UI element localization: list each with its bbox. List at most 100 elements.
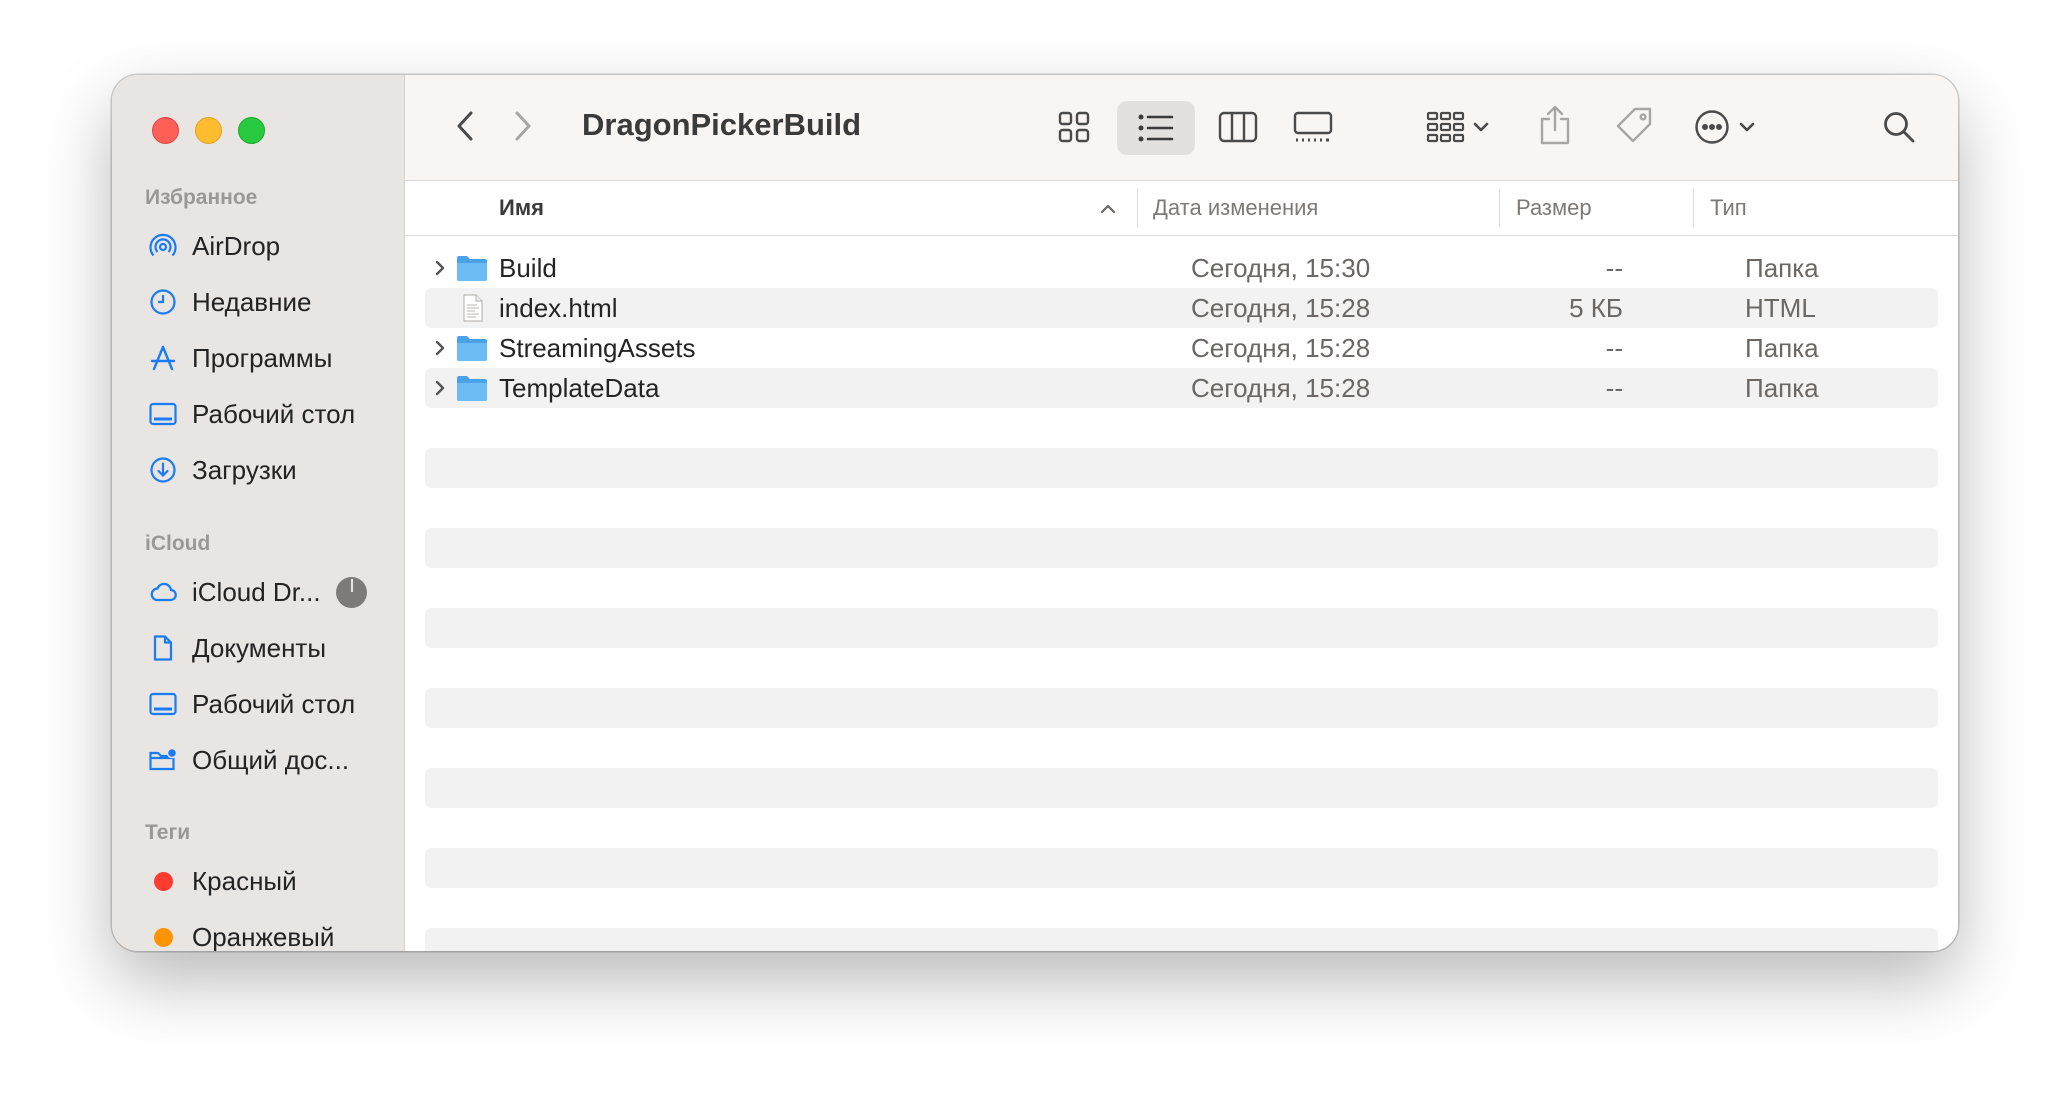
cloud-icon xyxy=(148,577,178,607)
sidebar-item-label: Программы xyxy=(192,342,333,373)
chevron-right-icon xyxy=(515,111,531,141)
file-size: -- xyxy=(1605,333,1623,363)
column-size[interactable]: Размер xyxy=(1516,181,1592,235)
folder-icon xyxy=(457,376,487,401)
file-date: Сегодня, 15:28 xyxy=(1191,333,1371,363)
minimize-button[interactable] xyxy=(195,117,222,144)
list-icon xyxy=(1138,114,1174,142)
empty-row-stripe xyxy=(425,528,1938,568)
tag-icon xyxy=(1616,107,1652,143)
file-kind: HTML xyxy=(1745,293,1816,323)
file-date: Сегодня, 15:28 xyxy=(1191,293,1371,323)
sidebar-item-downloads[interactable]: Загрузки xyxy=(112,442,404,498)
html-file-icon xyxy=(463,294,483,322)
sidebar-item-tag-red[interactable]: Красный xyxy=(112,853,404,909)
search-icon xyxy=(1884,112,1915,143)
disclosure-chevron-icon[interactable] xyxy=(433,338,447,358)
back-button[interactable] xyxy=(445,103,485,149)
columns-icon xyxy=(1218,111,1258,143)
file-list: Build Сегодня, 15:30 -- Папка index.html… xyxy=(425,248,1938,408)
chevron-left-icon xyxy=(457,111,473,141)
icloud-heading: iCloud xyxy=(145,532,211,555)
sidebar-item-label: Красный xyxy=(192,865,297,896)
disclosure-chevron-icon[interactable] xyxy=(433,378,447,398)
sidebar-item-label: Загрузки xyxy=(192,454,297,485)
desktop-icon xyxy=(148,399,178,429)
sidebar-item-label: AirDrop xyxy=(192,230,281,261)
tags-section: Теги Красный Оранжевый xyxy=(112,818,404,951)
window-title: DragonPickerBuild xyxy=(582,107,862,142)
sort-ascending-icon[interactable] xyxy=(1099,203,1117,215)
chevron-down-icon xyxy=(1739,122,1755,132)
tag-color-dot-icon xyxy=(148,922,178,951)
file-name: Build xyxy=(499,253,557,283)
empty-row-stripe xyxy=(425,448,1938,488)
tag-button[interactable] xyxy=(1611,101,1659,151)
column-kind[interactable]: Тип xyxy=(1710,181,1747,235)
file-row[interactable]: TemplateData Сегодня, 15:28 -- Папка xyxy=(425,368,1938,408)
chevron-down-icon xyxy=(1473,122,1489,132)
sidebar-item-shared[interactable]: Общий дос... xyxy=(112,732,404,788)
tags-heading: Теги xyxy=(145,821,191,844)
file-row[interactable]: StreamingAssets Сегодня, 15:28 -- Папка xyxy=(425,328,1938,368)
list-view-button[interactable] xyxy=(1117,101,1195,155)
file-kind: Папка xyxy=(1745,253,1819,283)
folder-icon xyxy=(457,336,487,361)
group-by-button[interactable] xyxy=(1418,103,1498,151)
sidebar-item-tag-orange[interactable]: Оранжевый xyxy=(112,909,404,951)
column-divider[interactable] xyxy=(1693,189,1694,227)
sidebar-item-label: Общий дос... xyxy=(192,744,350,775)
airdrop-icon xyxy=(148,231,178,261)
column-header: Имя Дата изменения Размер Тип xyxy=(405,181,1958,236)
column-divider[interactable] xyxy=(1137,189,1138,227)
column-view-button[interactable] xyxy=(1210,103,1266,151)
column-name[interactable]: Имя xyxy=(499,181,544,235)
sidebar-item-label: Недавние xyxy=(192,286,312,317)
sidebar-item-airdrop[interactable]: AirDrop xyxy=(112,218,404,274)
column-divider[interactable] xyxy=(1499,189,1500,227)
share-button[interactable] xyxy=(1533,99,1577,151)
main-content: DragonPickerBuild Имя Дата изменения Раз… xyxy=(405,75,1958,951)
file-row[interactable]: index.html Сегодня, 15:28 5 КБ HTML xyxy=(425,288,1938,328)
icloud-section: iCloud iCloud Dr... Документы Рабочий ст… xyxy=(112,529,404,788)
applications-icon xyxy=(148,343,178,373)
icon-view-button[interactable] xyxy=(1046,103,1102,151)
disclosure-chevron-icon[interactable] xyxy=(433,258,447,278)
file-size: -- xyxy=(1605,373,1623,403)
file-size: 5 КБ xyxy=(1569,293,1623,323)
sidebar: Избранное AirDrop Недавние Программы Раб… xyxy=(112,75,405,951)
search-button[interactable] xyxy=(1875,103,1923,151)
file-name: TemplateData xyxy=(499,373,660,403)
sidebar-item-recents[interactable]: Недавние xyxy=(112,274,404,330)
gallery-icon xyxy=(1293,111,1333,142)
empty-row-stripe xyxy=(425,928,1938,951)
sidebar-item-label: Рабочий стол xyxy=(192,398,356,429)
clock-icon xyxy=(148,287,178,317)
sidebar-item-label: Оранжевый xyxy=(192,921,335,952)
shared-folder-icon xyxy=(148,745,178,775)
sidebar-item-documents[interactable]: Документы xyxy=(112,620,404,676)
zoom-button[interactable] xyxy=(238,117,265,144)
action-menu-button[interactable] xyxy=(1685,103,1765,151)
file-date: Сегодня, 15:30 xyxy=(1191,253,1371,283)
group-icon xyxy=(1426,111,1465,143)
file-row[interactable]: Build Сегодня, 15:30 -- Папка xyxy=(425,248,1938,288)
window-controls xyxy=(152,117,265,144)
gallery-view-button[interactable] xyxy=(1285,103,1341,151)
sidebar-item-desktop[interactable]: Рабочий стол xyxy=(112,386,404,442)
sidebar-item-icloud-desktop[interactable]: Рабочий стол xyxy=(112,676,404,732)
desktop-icon xyxy=(148,689,178,719)
sidebar-item-icloud-drive[interactable]: iCloud Dr... xyxy=(112,564,404,620)
close-button[interactable] xyxy=(152,117,179,144)
empty-row-stripe xyxy=(425,768,1938,808)
sidebar-item-applications[interactable]: Программы xyxy=(112,330,404,386)
sidebar-item-label: Документы xyxy=(192,632,327,663)
column-date[interactable]: Дата изменения xyxy=(1153,181,1318,235)
file-date: Сегодня, 15:28 xyxy=(1191,373,1371,403)
file-kind: Папка xyxy=(1745,333,1819,363)
grid-icon xyxy=(1058,111,1090,143)
favorites-section: Избранное AirDrop Недавние Программы Раб… xyxy=(112,183,404,498)
toolbar: DragonPickerBuild xyxy=(405,75,1958,181)
finder-window: Избранное AirDrop Недавние Программы Раб… xyxy=(112,75,1958,951)
forward-button[interactable] xyxy=(503,103,543,149)
